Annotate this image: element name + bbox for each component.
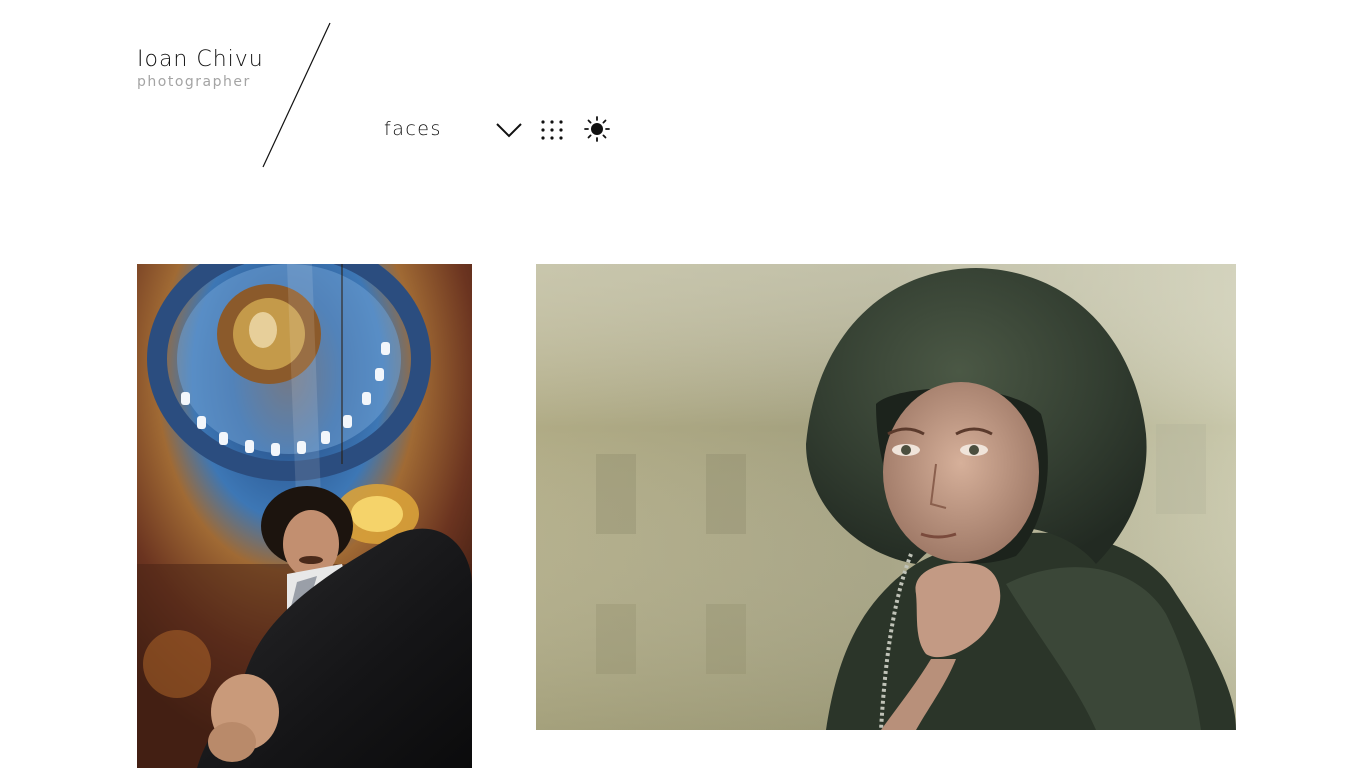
photo-hooded-woman-image	[536, 264, 1236, 730]
site-title: Ioan Chivu	[137, 47, 264, 72]
chevron-down-icon	[496, 123, 522, 138]
header-divider-slash	[262, 22, 331, 168]
gallery-dropdown[interactable]: faces	[384, 114, 524, 146]
site-logo-link[interactable]: Ioan Chivu photographer	[137, 46, 264, 91]
gallery-photo-hooded-woman[interactable]	[536, 264, 1236, 730]
photo-church-man-image	[137, 264, 472, 768]
sun-icon[interactable]	[584, 116, 610, 142]
page: Ioan Chivu photographer faces	[0, 0, 1368, 768]
gallery-dropdown-label: faces	[384, 118, 442, 140]
gallery-photo-church-man[interactable]	[137, 264, 472, 768]
site-subtitle: photographer	[137, 74, 251, 90]
grid-dots-icon[interactable]	[540, 119, 564, 141]
